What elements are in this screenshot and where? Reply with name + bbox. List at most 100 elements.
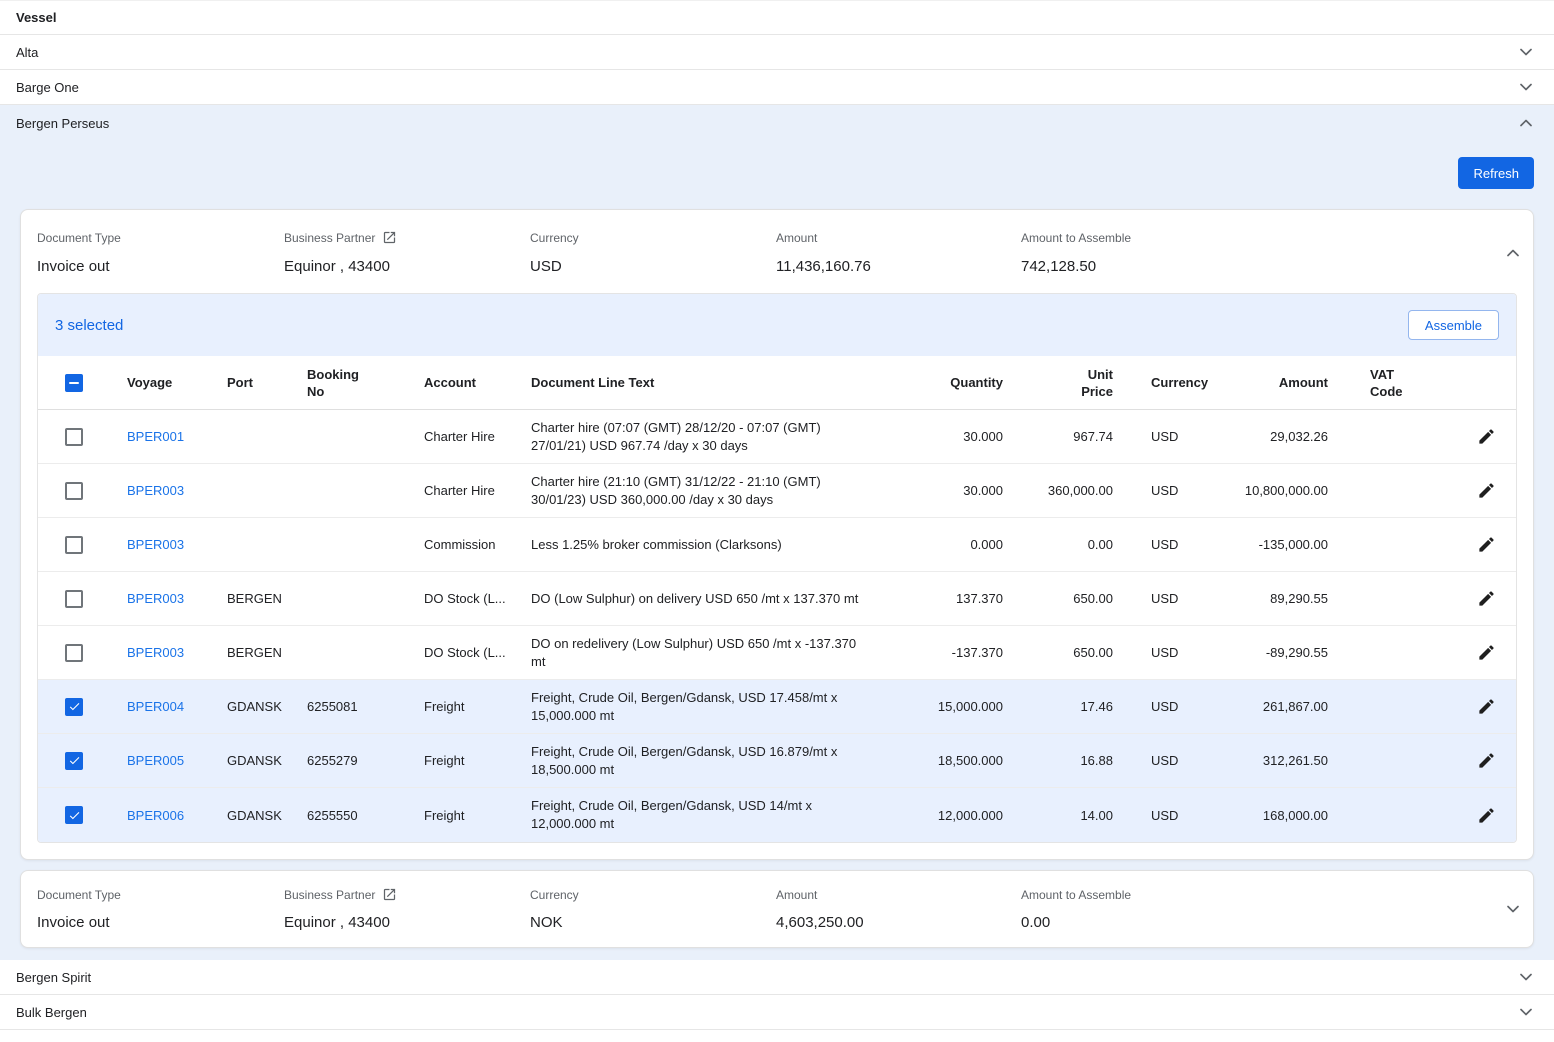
edit-icon[interactable] <box>1477 427 1496 446</box>
column-header-amount: Amount <box>1216 375 1336 390</box>
column-header-currency: Currency <box>1121 375 1216 390</box>
voyage-link[interactable]: BPER006 <box>127 808 184 823</box>
table-header-row: Voyage Port Booking No Account Document … <box>38 356 1516 410</box>
vessel-section-bergen-perseus: Bergen Perseus Refresh Document Type Inv… <box>0 105 1554 960</box>
quantity-cell: 12,000.000 <box>891 808 1011 823</box>
currency-label: Currency <box>530 230 776 245</box>
chevron-down-icon <box>1514 75 1538 99</box>
selection-toolbar: 3 selected Assemble <box>38 294 1516 356</box>
currency-cell: USD <box>1121 699 1216 714</box>
row-checkbox[interactable] <box>65 698 83 716</box>
voyage-link[interactable]: BPER003 <box>127 645 184 660</box>
voyage-link[interactable]: BPER003 <box>127 483 184 498</box>
edit-icon[interactable] <box>1477 589 1496 608</box>
currency-label: Currency <box>530 887 776 902</box>
field-business-partner: Business Partner Equinor , 43400 <box>284 230 530 275</box>
field-currency: Currency USD <box>530 230 776 275</box>
field-business-partner: Business Partner Equinor , 43400 <box>284 887 530 931</box>
field-amount: Amount 4,603,250.00 <box>776 887 1021 931</box>
row-checkbox[interactable] <box>65 482 83 500</box>
vessel-list-header: Vessel <box>0 0 1554 35</box>
refresh-button[interactable]: Refresh <box>1458 157 1534 189</box>
amount-to-assemble-value: 0.00 <box>1021 914 1485 931</box>
quantity-cell: 18,500.000 <box>891 753 1011 768</box>
port-cell: GDANSK <box>227 699 307 714</box>
voyage-link[interactable]: BPER003 <box>127 591 184 606</box>
column-header-unit-price: Unit Price <box>1011 366 1121 400</box>
voyage-link[interactable]: BPER003 <box>127 537 184 552</box>
field-amount-to-assemble: Amount to Assemble 0.00 <box>1021 887 1485 931</box>
edit-icon[interactable] <box>1477 806 1496 825</box>
chevron-down-icon <box>1514 1000 1538 1024</box>
booking-no-cell: 6255550 <box>307 808 424 823</box>
amount-cell: 29,032.26 <box>1216 429 1336 444</box>
assemble-button[interactable]: Assemble <box>1408 310 1499 340</box>
row-checkbox[interactable] <box>65 590 83 608</box>
currency-cell: USD <box>1121 645 1216 660</box>
amount-label: Amount <box>776 887 1021 902</box>
column-header-voyage: Voyage <box>127 375 227 390</box>
unit-price-cell: 650.00 <box>1011 645 1121 660</box>
currency-value: USD <box>530 258 776 275</box>
account-cell: DO Stock (L... <box>424 591 531 606</box>
currency-cell: USD <box>1121 537 1216 552</box>
document-type-label: Document Type <box>37 230 284 245</box>
chevron-up-icon <box>1514 111 1538 135</box>
document-type-label: Document Type <box>37 887 284 902</box>
vessel-row-alta[interactable]: Alta <box>0 35 1554 70</box>
account-cell: DO Stock (L... <box>424 645 531 660</box>
vessel-row-bergen-spirit[interactable]: Bergen Spirit <box>0 960 1554 995</box>
field-amount-to-assemble: Amount to Assemble 742,128.50 <box>1021 230 1485 275</box>
collapse-card-icon[interactable] <box>1501 241 1525 265</box>
account-cell: Freight <box>424 699 531 714</box>
document-card-usd: Document Type Invoice out Business Partn… <box>20 209 1534 860</box>
document-line-text-cell: Charter hire (07:07 (GMT) 28/12/20 - 07:… <box>531 419 891 455</box>
open-in-new-icon[interactable] <box>382 230 397 245</box>
edit-icon[interactable] <box>1477 697 1496 716</box>
row-checkbox[interactable] <box>65 536 83 554</box>
amount-cell: 312,261.50 <box>1216 753 1336 768</box>
edit-icon[interactable] <box>1477 751 1496 770</box>
voyage-link[interactable]: BPER004 <box>127 699 184 714</box>
quantity-cell: 137.370 <box>891 591 1011 606</box>
vessel-name: Alta <box>16 45 38 60</box>
vessel-row-barge-one[interactable]: Barge One <box>0 70 1554 105</box>
booking-no-cell: 6255081 <box>307 699 424 714</box>
amount-value: 4,603,250.00 <box>776 914 1021 931</box>
currency-cell: USD <box>1121 483 1216 498</box>
business-partner-label: Business Partner <box>284 888 375 902</box>
account-cell: Freight <box>424 808 531 823</box>
business-partner-value: Equinor , 43400 <box>284 914 530 931</box>
amount-to-assemble-label: Amount to Assemble <box>1021 887 1485 902</box>
edit-icon[interactable] <box>1477 643 1496 662</box>
row-checkbox[interactable] <box>65 752 83 770</box>
amount-to-assemble-value: 742,128.50 <box>1021 258 1485 275</box>
amount-to-assemble-label: Amount to Assemble <box>1021 230 1485 245</box>
row-checkbox[interactable] <box>65 644 83 662</box>
voyage-link[interactable]: BPER001 <box>127 429 184 444</box>
quantity-cell: -137.370 <box>891 645 1011 660</box>
amount-cell: -135,000.00 <box>1216 537 1336 552</box>
currency-cell: USD <box>1121 753 1216 768</box>
field-document-type: Document Type Invoice out <box>37 230 284 275</box>
business-partner-value: Equinor , 43400 <box>284 258 530 275</box>
expand-card-icon[interactable] <box>1501 897 1525 921</box>
edit-icon[interactable] <box>1477 535 1496 554</box>
vessel-row-bulk-bergen[interactable]: Bulk Bergen <box>0 995 1554 1030</box>
column-header-account: Account <box>424 375 531 390</box>
table-row: BPER003 BERGEN DO Stock (L... DO on rede… <box>38 626 1516 680</box>
unit-price-cell: 14.00 <box>1011 808 1121 823</box>
edit-icon[interactable] <box>1477 481 1496 500</box>
vessel-row-bergen-perseus[interactable]: Bergen Perseus <box>0 105 1554 141</box>
vessel-name: Bergen Perseus <box>16 116 109 131</box>
open-in-new-icon[interactable] <box>382 887 397 902</box>
table-row: BPER003 Commission Less 1.25% broker com… <box>38 518 1516 572</box>
voyage-link[interactable]: BPER005 <box>127 753 184 768</box>
document-line-text-cell: DO on redelivery (Low Sulphur) USD 650 /… <box>531 635 891 671</box>
row-checkbox[interactable] <box>65 428 83 446</box>
refresh-row: Refresh <box>0 141 1554 209</box>
select-all-checkbox[interactable] <box>65 374 83 392</box>
row-checkbox[interactable] <box>65 806 83 824</box>
amount-label: Amount <box>776 230 1021 245</box>
table-row: BPER003 BERGEN DO Stock (L... DO (Low Su… <box>38 572 1516 626</box>
